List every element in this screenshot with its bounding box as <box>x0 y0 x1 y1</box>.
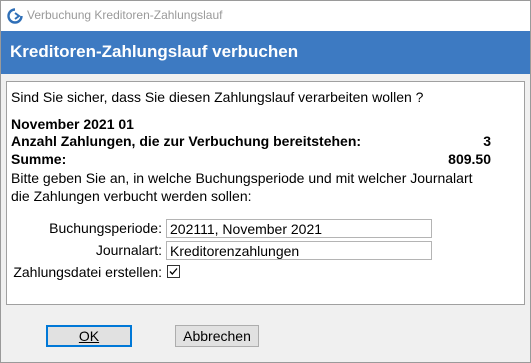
app-logo-icon <box>7 8 23 24</box>
payment-file-checkbox[interactable] <box>167 265 180 278</box>
period-heading: November 2021 01 <box>11 116 134 132</box>
payments-count-label: Anzahl Zahlungen, die zur Verbuchung ber… <box>11 133 362 149</box>
sum-label: Summe: <box>11 151 67 167</box>
period-label: Buchungsperiode: <box>49 220 162 236</box>
cancel-button-label: Abbrechen <box>183 328 251 344</box>
cancel-button[interactable]: Abbrechen <box>175 325 259 347</box>
journal-label: Journalart: <box>95 242 162 258</box>
period-field[interactable]: 202111, November 2021 <box>166 219 432 238</box>
window-title: Verbuchung Kreditoren-Zahlungslauf <box>27 8 223 22</box>
journal-field[interactable]: Kreditorenzahlungen <box>166 241 432 260</box>
dialog-header: Kreditoren-Zahlungslauf verbuchen <box>1 31 530 74</box>
ok-button[interactable]: OK <box>46 325 132 347</box>
instruction-line-1: Bitte geben Sie an, in welche Buchungspe… <box>11 170 473 186</box>
instruction-line-2: die Zahlungen verbucht werden sollen: <box>11 188 252 204</box>
payments-count-value: 3 <box>483 133 491 149</box>
title-bar[interactable]: Verbuchung Kreditoren-Zahlungslauf <box>1 1 530 31</box>
dialog-heading: Kreditoren-Zahlungslauf verbuchen <box>10 42 299 61</box>
ok-button-label: OK <box>78 328 100 344</box>
confirmation-question: Sind Sie sicher, dass Sie diesen Zahlung… <box>11 89 424 105</box>
sum-value: 809.50 <box>448 151 491 167</box>
dialog-window: Verbuchung Kreditoren-Zahlungslauf Kredi… <box>0 0 531 363</box>
content-panel: Sind Sie sicher, dass Sie diesen Zahlung… <box>6 81 525 305</box>
payment-file-label: Zahlungsdatei erstellen: <box>13 264 162 280</box>
checkmark-icon <box>169 268 178 275</box>
